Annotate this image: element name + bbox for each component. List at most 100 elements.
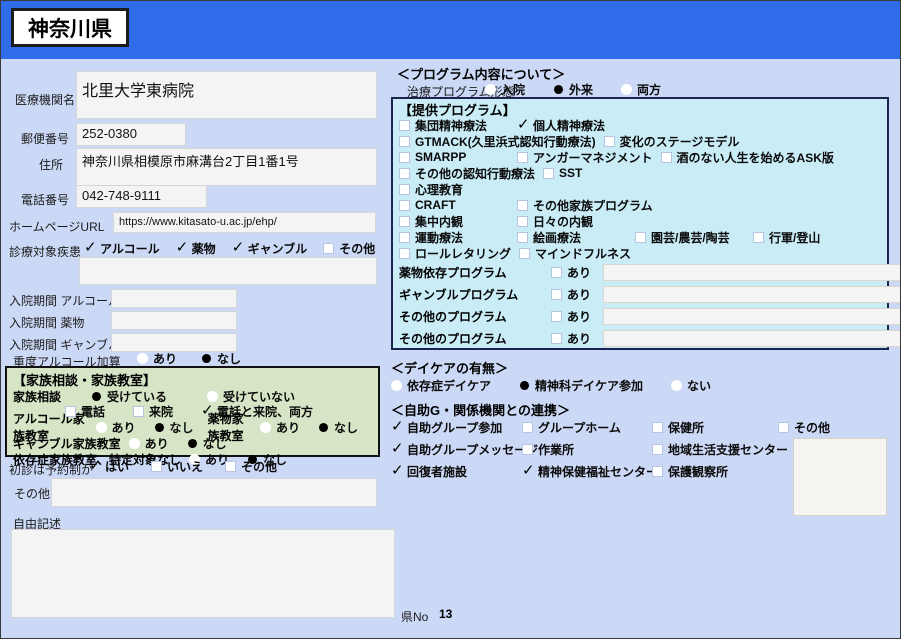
institution-field[interactable]: 北里大学東病院 (76, 71, 377, 119)
radio-option[interactable]: あり (128, 435, 169, 452)
radio-icon[interactable] (202, 353, 212, 364)
program-checkbox[interactable]: 個人精神療法 (517, 117, 627, 134)
checkbox-icon[interactable] (65, 406, 76, 417)
stay-drug-field[interactable] (111, 311, 237, 330)
disease-checkbox[interactable]: ギャンブル (232, 240, 308, 257)
checkbox-icon[interactable] (399, 183, 410, 195)
radio-option[interactable]: なし (154, 419, 194, 436)
program-checkbox[interactable]: 酒のない人生を始めるASK版 (660, 149, 834, 166)
checkbox-icon[interactable] (176, 240, 189, 255)
radio-icon[interactable] (137, 353, 148, 364)
checkbox-icon[interactable] (399, 199, 410, 211)
ari-checkbox[interactable]: あり (551, 264, 603, 281)
program-detail-field[interactable] (603, 285, 900, 303)
program-checkbox[interactable]: 集団精神療法 (399, 117, 509, 134)
checkbox-icon[interactable] (84, 240, 97, 255)
program-checkbox[interactable]: マインドフルネス (519, 245, 631, 262)
disease-checkbox[interactable]: その他 (323, 240, 375, 257)
program-checkbox[interactable]: ロールレタリング (399, 245, 511, 262)
checkbox-icon[interactable] (232, 240, 245, 255)
radio-option[interactable]: なし (187, 435, 227, 452)
radio-icon[interactable] (92, 391, 102, 402)
checkbox-icon[interactable] (517, 231, 528, 243)
disease-checkbox[interactable]: アルコール (84, 240, 160, 257)
url-field[interactable]: https://www.kitasato-u.ac.jp/ehp/ (113, 212, 376, 233)
program-checkbox[interactable]: 変化のステージモデル (603, 133, 739, 150)
radio-option[interactable]: あり (137, 350, 177, 367)
checkbox-icon[interactable] (635, 231, 646, 243)
radio-icon[interactable] (207, 391, 219, 402)
program-detail-field[interactable] (603, 329, 900, 347)
checkbox-icon[interactable] (201, 403, 214, 418)
checkbox-icon[interactable] (225, 461, 237, 472)
radio-option[interactable]: あり (259, 419, 300, 436)
cooperation-checkbox[interactable]: 保護観察所 (652, 463, 778, 480)
cooperation-checkbox[interactable]: 作業所 (522, 441, 652, 458)
checkbox-icon[interactable] (522, 444, 533, 455)
radio-icon[interactable] (485, 84, 496, 95)
program-checkbox[interactable]: 園芸/農芸/陶芸 (635, 229, 745, 246)
ari-checkbox[interactable]: あり (551, 286, 603, 303)
free-text-field[interactable] (11, 529, 395, 618)
checkbox-icon[interactable] (89, 458, 102, 473)
checkbox-icon[interactable] (391, 441, 404, 456)
radio-icon[interactable] (671, 380, 683, 391)
radio-option[interactable]: ない (671, 377, 711, 394)
radio-option[interactable]: 精神科デイケア参加 (519, 377, 643, 394)
checkbox-icon[interactable] (517, 117, 530, 132)
cooperation-checkbox[interactable]: 精神保健福祉センター (522, 463, 658, 480)
cooperation-checkbox[interactable]: その他 (778, 419, 891, 436)
radio-option[interactable]: なし (318, 419, 358, 436)
checkbox-icon[interactable] (551, 310, 562, 322)
stay-alcohol-field[interactable] (111, 289, 237, 308)
cooperation-checkbox[interactable]: グループホーム (522, 419, 652, 436)
checkbox-icon[interactable] (151, 461, 163, 472)
checkbox-icon[interactable] (517, 199, 528, 211)
ari-checkbox[interactable]: あり (551, 330, 603, 347)
radio-option[interactable]: 依存症デイケア (391, 377, 491, 394)
radio-option[interactable]: 入院 (485, 81, 525, 98)
checkbox-icon[interactable] (652, 466, 663, 477)
program-checkbox[interactable]: 心理教育 (399, 181, 509, 198)
radio-icon[interactable] (154, 422, 164, 432)
checkbox-icon[interactable] (753, 231, 764, 243)
radio-icon[interactable] (128, 437, 140, 449)
checkbox-icon[interactable] (660, 151, 672, 163)
checkbox-icon[interactable] (133, 406, 145, 417)
radio-icon[interactable] (187, 438, 197, 448)
disease-checkbox[interactable]: 薬物 (176, 240, 216, 257)
phone-field[interactable]: 042-748-9111 (76, 185, 207, 208)
program-detail-field[interactable] (603, 307, 900, 325)
checkbox-icon[interactable] (399, 119, 410, 131)
radio-option[interactable]: なし (201, 350, 241, 367)
program-checkbox[interactable]: その他家族プログラム (517, 197, 653, 214)
checkbox-icon[interactable] (778, 422, 789, 433)
first-visit-checkbox[interactable]: はい (89, 458, 129, 475)
checkbox-icon[interactable] (652, 444, 663, 455)
program-checkbox[interactable]: アンガーマネジメント (517, 149, 653, 166)
program-detail-field[interactable] (603, 263, 900, 281)
program-checkbox[interactable]: SMARPP (399, 150, 509, 164)
postal-field[interactable]: 252-0380 (76, 123, 186, 146)
checkbox-icon[interactable] (399, 167, 410, 179)
radio-icon[interactable] (520, 380, 530, 391)
checkbox-icon[interactable] (652, 422, 663, 433)
checkbox-icon[interactable] (551, 332, 562, 344)
radio-icon[interactable] (318, 422, 328, 432)
first-visit-checkbox[interactable]: その他 (225, 458, 277, 475)
checkbox-icon[interactable] (551, 266, 562, 278)
program-checkbox[interactable]: CRAFT (399, 198, 509, 212)
cooperation-checkbox[interactable]: 地域生活支援センター (652, 441, 788, 458)
checkbox-icon[interactable] (603, 135, 615, 147)
checkbox-icon[interactable] (551, 288, 562, 300)
program-checkbox[interactable]: 日々の内観 (517, 213, 627, 230)
radio-icon[interactable] (621, 84, 633, 95)
cooperation-checkbox[interactable]: 自助グループメッセージ (391, 441, 538, 458)
checkbox-icon[interactable] (517, 215, 528, 227)
program-checkbox[interactable]: その他の認知行動療法 (399, 165, 535, 182)
checkbox-icon[interactable] (399, 151, 410, 163)
checkbox-icon[interactable] (522, 463, 535, 478)
address-field[interactable]: 神奈川県相模原市麻溝台2丁目1番1号 (76, 148, 377, 186)
first-visit-checkbox[interactable]: いいえ (151, 458, 203, 475)
program-checkbox[interactable]: 行軍/登山 (753, 229, 863, 246)
